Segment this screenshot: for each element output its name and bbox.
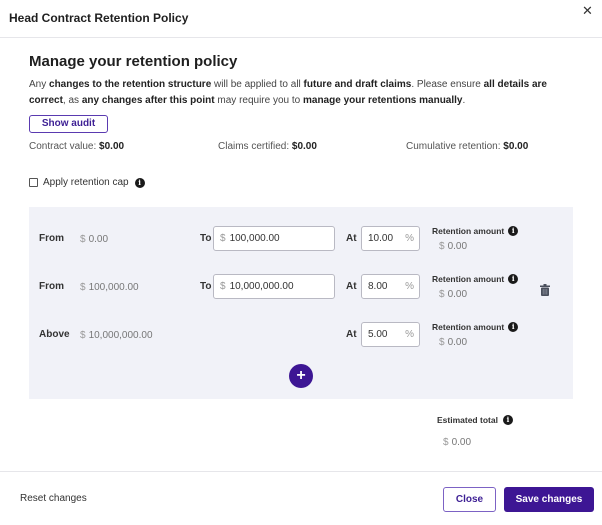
rate-input[interactable]: 10.00%	[361, 226, 420, 251]
currency-symbol: $	[80, 330, 86, 341]
to-input[interactable]: $10,000,000.00	[213, 274, 335, 299]
from-amount: 100,000.00	[88, 282, 139, 293]
from-amount: 0.00	[88, 234, 109, 245]
to-label: To	[200, 281, 212, 292]
info-icon[interactable]: i	[134, 177, 145, 188]
stat-label: Cumulative retention:	[406, 141, 504, 152]
save-changes-button[interactable]: Save changes	[504, 487, 594, 512]
desc-text: . Please ensure	[411, 79, 484, 90]
currency-symbol: $	[439, 289, 445, 300]
to-input[interactable]: $100,000.00	[213, 226, 335, 251]
at-label: At	[346, 233, 357, 244]
estimated-total-amount: 0.00	[451, 437, 472, 448]
cumulative-retention-stat: Cumulative retention: $0.00	[406, 141, 528, 152]
retention-amount-label: Retention amount i	[432, 322, 519, 332]
currency-symbol: $	[80, 234, 86, 245]
retention-amount-value: $0.00	[439, 337, 467, 348]
desc-bold: changes to the retention structure	[49, 79, 212, 90]
from-value: $0.00	[80, 234, 108, 245]
desc-text: Any	[29, 79, 50, 90]
currency-symbol: $	[439, 337, 445, 348]
retention-label-text: Retention amount	[432, 322, 505, 332]
desc-bold: manage your retentions manually	[303, 95, 463, 106]
stat-value: $0.00	[99, 141, 125, 152]
estimated-total-label: Estimated total i	[437, 415, 513, 425]
to-label: To	[200, 233, 212, 244]
desc-bold: future and draft claims	[303, 79, 412, 90]
from-amount: 10,000,000.00	[88, 330, 153, 341]
currency-symbol: $	[80, 282, 86, 293]
desc-bold: any changes after this point	[81, 95, 215, 106]
from-label: From	[39, 233, 64, 244]
stat-label: Claims certified:	[218, 141, 292, 152]
retention-label-text: Retention amount	[432, 226, 505, 236]
to-amount: 100,000.00	[229, 233, 280, 244]
rate-input[interactable]: 8.00%	[361, 274, 420, 299]
contract-value-stat: Contract value: $0.00	[29, 141, 124, 152]
dialog-title: Head Contract Retention Policy	[9, 11, 189, 25]
from-value: $10,000,000.00	[80, 330, 153, 341]
stat-label: Contract value:	[29, 141, 100, 152]
show-audit-button[interactable]: Show audit	[29, 115, 108, 133]
from-value: $100,000.00	[80, 282, 139, 293]
trash-icon	[540, 284, 550, 296]
page-title: Manage your retention policy	[29, 53, 238, 70]
info-icon[interactable]: i	[508, 274, 519, 284]
at-label: At	[346, 281, 357, 292]
dialog-header: Head Contract Retention Policy ✕	[0, 0, 602, 38]
desc-text: will be applied to all	[211, 79, 304, 90]
retention-cap-label[interactable]: Apply retention cap	[43, 177, 129, 188]
percent-symbol: %	[405, 281, 414, 292]
rate-value: 10.00	[368, 233, 394, 244]
add-tier-button[interactable]: +	[289, 364, 313, 388]
from-label: From	[39, 281, 64, 292]
rate-value: 8.00	[368, 281, 388, 292]
retention-amount: 0.00	[447, 337, 468, 348]
percent-symbol: %	[405, 233, 414, 244]
stat-value: $0.00	[291, 141, 317, 152]
retention-amount: 0.00	[447, 241, 468, 252]
retention-amount-label: Retention amount i	[432, 226, 519, 236]
retention-label-text: Retention amount	[432, 274, 505, 284]
delete-tier-button[interactable]	[540, 283, 550, 301]
policy-description: Any changes to the retention structure w…	[29, 77, 574, 109]
desc-text: , as	[62, 95, 82, 106]
close-icon[interactable]: ✕	[582, 4, 593, 18]
plus-icon: +	[296, 367, 306, 384]
reset-changes-link[interactable]: Reset changes	[20, 493, 87, 504]
desc-text: may require you to	[214, 95, 303, 106]
claims-certified-stat: Claims certified: $0.00	[218, 141, 317, 152]
percent-symbol: %	[405, 329, 414, 340]
retention-tiers-panel: From $0.00 To $100,000.00 At 10.00% Rete…	[29, 207, 573, 399]
stat-value: $0.00	[503, 141, 529, 152]
estimated-total-value: $0.00	[443, 437, 471, 448]
close-button[interactable]: Close	[443, 487, 496, 512]
info-icon[interactable]: i	[508, 322, 519, 332]
retention-amount-value: $0.00	[439, 289, 467, 300]
retention-cap-row: Apply retention cap i	[29, 177, 145, 188]
info-icon[interactable]: i	[508, 226, 519, 236]
rate-value: 5.00	[368, 329, 388, 340]
retention-amount-value: $0.00	[439, 241, 467, 252]
estimated-total-text: Estimated total	[437, 415, 498, 425]
desc-text: .	[462, 95, 466, 106]
retention-amount-label: Retention amount i	[432, 274, 519, 284]
currency-symbol: $	[220, 233, 226, 244]
above-label: Above	[39, 329, 70, 340]
info-icon[interactable]: i	[502, 415, 513, 425]
at-label: At	[346, 329, 357, 340]
currency-symbol: $	[439, 241, 445, 252]
to-amount: 10,000,000.00	[229, 281, 294, 292]
currency-symbol: $	[220, 281, 226, 292]
currency-symbol: $	[443, 437, 449, 448]
footer-divider	[0, 471, 602, 472]
retention-cap-checkbox[interactable]	[29, 178, 38, 187]
retention-amount: 0.00	[447, 289, 468, 300]
rate-input[interactable]: 5.00%	[361, 322, 420, 347]
